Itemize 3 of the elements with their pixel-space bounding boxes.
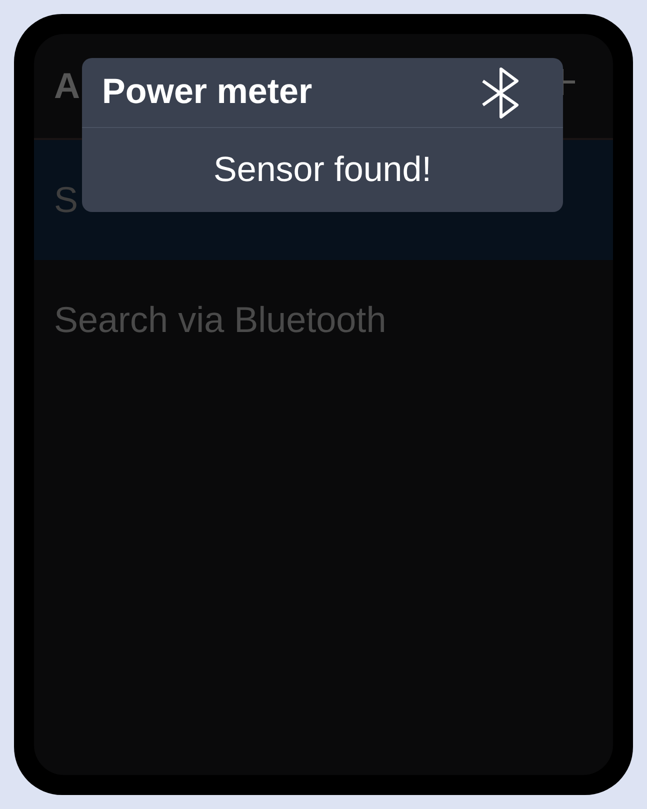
popup-message: Sensor found! <box>214 148 432 191</box>
popup-title: Power meter <box>102 71 312 114</box>
header-title: A <box>54 64 80 108</box>
